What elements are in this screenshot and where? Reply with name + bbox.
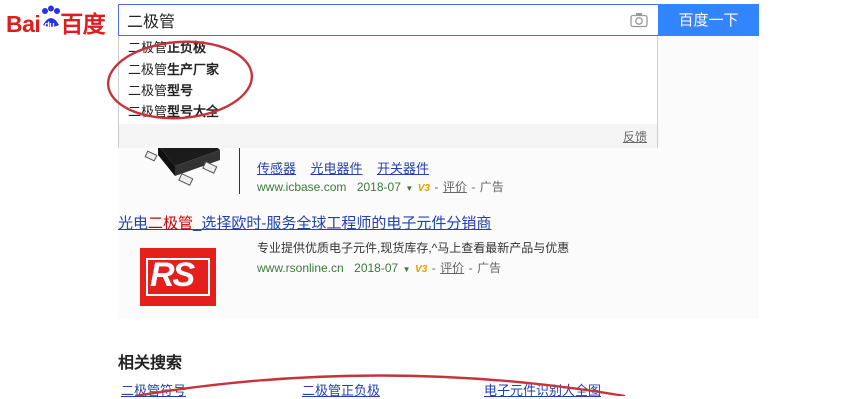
camera-icon[interactable] (630, 12, 648, 28)
logo-text-bai: Bai (6, 11, 41, 37)
result2-title-after: _选择欧时-服务全球工程师的电子元件分销商 (193, 215, 492, 232)
result1-review-link[interactable]: 评价 (443, 180, 467, 194)
logo-text-du: du (44, 20, 55, 30)
result2-ad-label: 广告 (477, 261, 502, 275)
related-link-component-chart[interactable]: 电子元件识别大全图 (484, 380, 601, 399)
rs-logo-text: RS (150, 256, 195, 294)
logo-text-cn: 百度 (60, 11, 106, 37)
result1-link-sensor[interactable]: 传感器 (257, 161, 296, 176)
related-link-symbol[interactable]: 二极管符号 (121, 380, 186, 399)
baidu-logo[interactable]: Bai du 百度 (6, 5, 106, 37)
suggestion-item[interactable]: 二极管型号 (128, 83, 193, 99)
feedback-link[interactable]: 反馈 (623, 128, 647, 145)
suggestion-dropdown: 二极管正负极 二极管生产厂家 二极管型号 二极管型号大全 反馈 (118, 36, 658, 148)
result2-date: 2018-07 (354, 261, 399, 275)
result1-links: 传感器 光电器件 开关器件 (257, 158, 429, 178)
result2-review-link[interactable]: 评价 (440, 261, 464, 275)
search-input[interactable] (127, 9, 607, 31)
result2-url[interactable]: www.rsonline.cn (257, 261, 344, 275)
search-button[interactable]: 百度一下 (658, 4, 759, 36)
suggestion-item[interactable]: 二极管型号大全 (128, 104, 219, 120)
result1-url[interactable]: www.icbase.com (257, 180, 346, 194)
suggestion-item[interactable]: 二极管生产厂家 (128, 62, 219, 78)
result1-ad-label: 广告 (479, 180, 504, 194)
result2-title-link[interactable]: 光电二极管_选择欧时-服务全球工程师的电子元件分销商 (118, 212, 491, 233)
search-box (118, 4, 658, 36)
dropdown-arrow-icon[interactable]: ▼ (405, 184, 413, 193)
rs-logo[interactable]: RS (140, 248, 216, 306)
v3-badge-icon[interactable]: V3 (418, 183, 430, 194)
related-searches-title: 相关搜索 (118, 355, 183, 372)
suggestion-item[interactable]: 二极管正负极 (128, 40, 206, 56)
result1-meta: www.icbase.com 2018-07 ▼ V3 - 评价 - 广告 (257, 180, 504, 194)
result2-meta: www.rsonline.cn 2018-07 ▼ V3 - 评价 - 广告 (257, 261, 502, 275)
result2-title-before: 光电 (118, 215, 149, 232)
result2-description: 专业提供优质电子元件,现货库存,^马上查看最新产品与优惠 (257, 241, 570, 255)
result2-title-keyword: 二极管 (148, 215, 194, 232)
result1-link-optoelectronic[interactable]: 光电器件 (310, 161, 362, 176)
result1-date: 2018-07 (356, 180, 401, 194)
suggestion-footer: 反馈 (119, 124, 657, 148)
dropdown-arrow-icon[interactable]: ▼ (403, 265, 411, 274)
related-link-polarity[interactable]: 二极管正负极 (302, 380, 380, 399)
v3-badge-icon[interactable]: V3 (415, 264, 427, 275)
result1-link-switch[interactable]: 开关器件 (377, 161, 429, 176)
